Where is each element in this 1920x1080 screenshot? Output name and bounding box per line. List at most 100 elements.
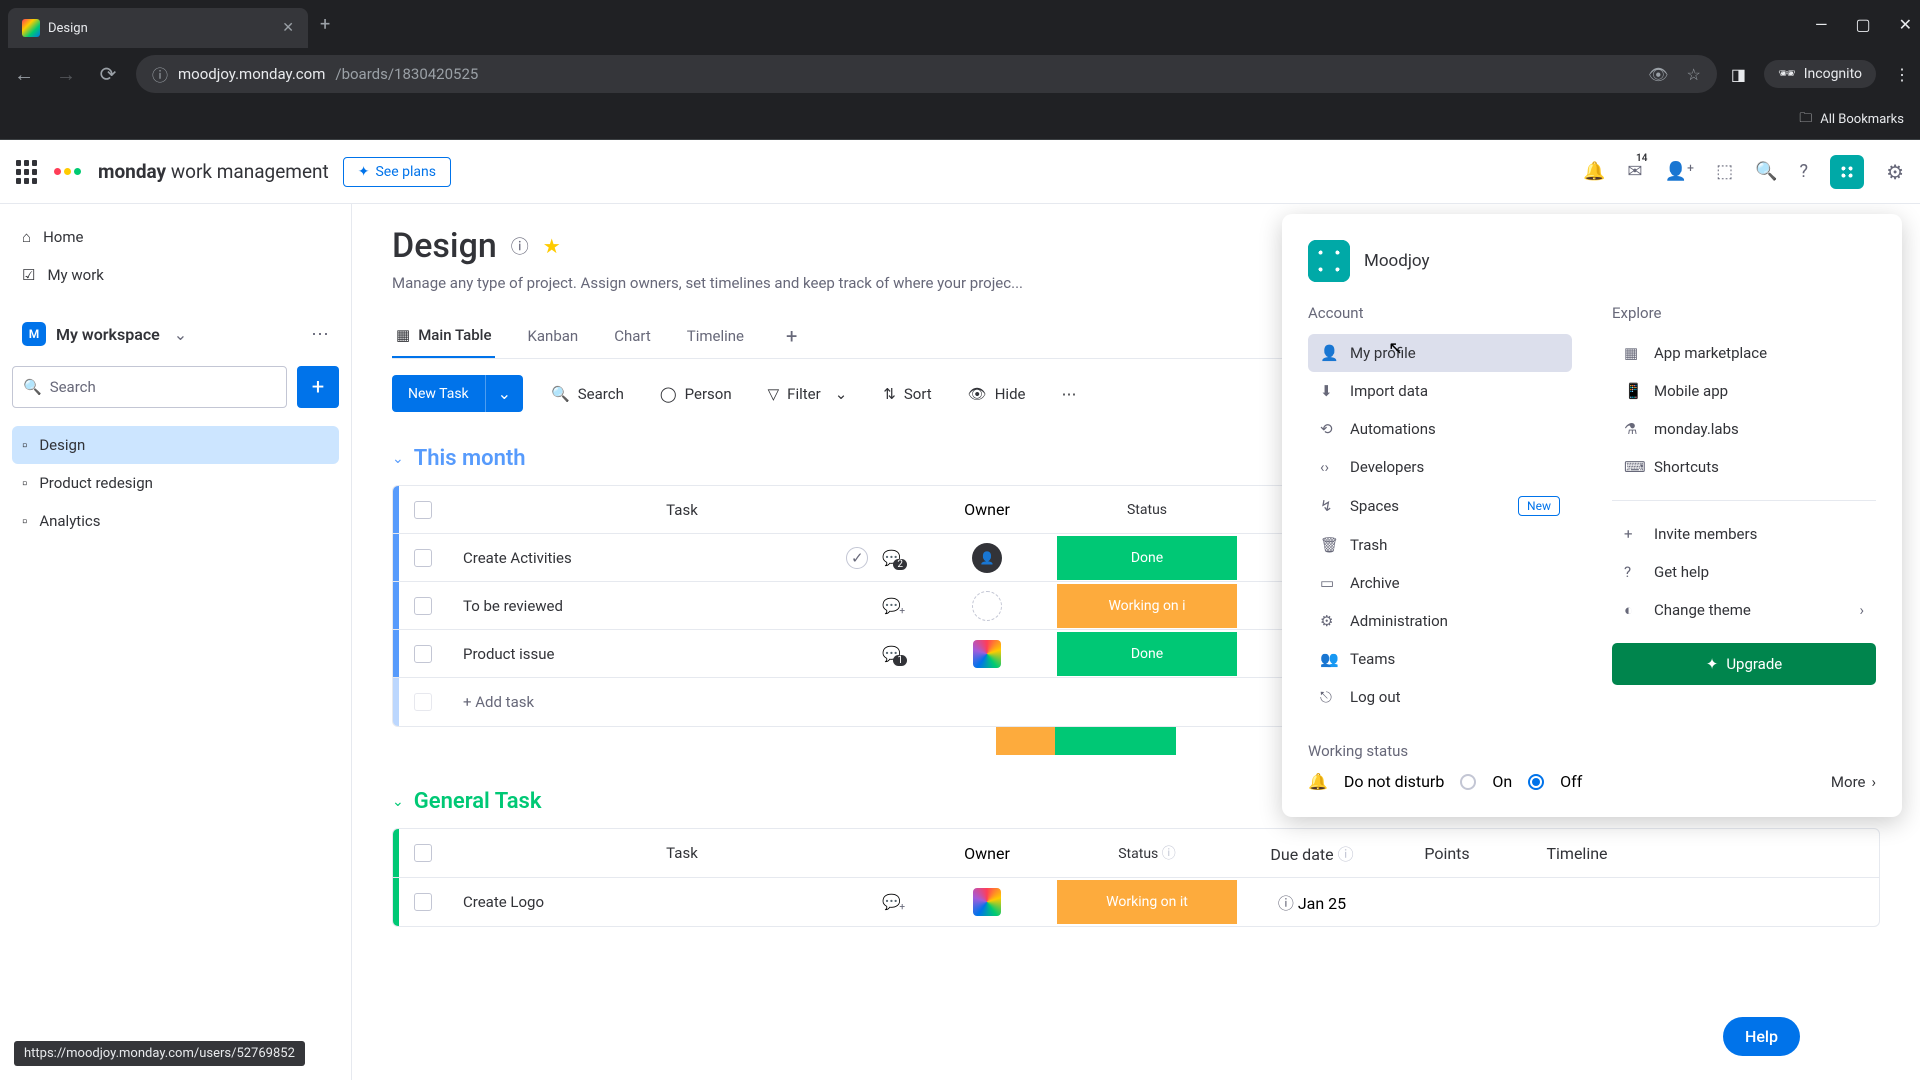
new-task-button[interactable]: New Task ⌄ <box>392 375 523 412</box>
status-cell[interactable]: Working on it <box>1057 880 1237 924</box>
menu-item[interactable]: ↯SpacesNew <box>1308 486 1572 526</box>
sidebar-board-item[interactable]: ▫Product redesign <box>12 464 339 502</box>
comments-icon[interactable]: 💬+ <box>882 893 901 911</box>
menu-item[interactable]: 👥Teams <box>1308 640 1572 678</box>
row-checkbox[interactable] <box>414 645 432 663</box>
menu-item[interactable]: ⟲Automations <box>1308 410 1572 448</box>
apps-icon[interactable]: ⬚ <box>1716 161 1733 182</box>
task-cell[interactable]: To be reviewed 💬+ <box>447 597 917 615</box>
sidebar-item-home[interactable]: ⌂ Home <box>12 218 339 256</box>
task-cell[interactable]: Product issue 💬1 <box>447 645 917 663</box>
sidebar-board-item[interactable]: ▫Analytics <box>12 502 339 540</box>
maximize-icon[interactable]: ▢ <box>1855 15 1870 34</box>
close-window-icon[interactable]: ✕ <box>1899 15 1912 34</box>
minimize-icon[interactable]: — <box>1815 15 1828 34</box>
visibility-icon[interactable]: 👁 <box>1648 65 1668 84</box>
add-view-button[interactable]: + <box>776 314 807 358</box>
task-cell[interactable]: Create Activities ✓ 💬2 <box>447 547 917 569</box>
menu-item[interactable]: ⚗monday.labs <box>1612 410 1876 448</box>
status-cell[interactable]: Working on i <box>1057 584 1237 628</box>
menu-item[interactable]: ⎋Log out <box>1308 678 1572 716</box>
workspace-header[interactable]: M My workspace ⌄ ⋯ <box>12 312 339 356</box>
menu-item[interactable]: 📱Mobile app <box>1612 372 1876 410</box>
task-cell[interactable]: Create Logo 💬+ <box>447 893 917 911</box>
row-checkbox[interactable] <box>414 549 432 567</box>
row-checkbox[interactable] <box>414 893 432 911</box>
incognito-badge[interactable]: 🕶 Incognito <box>1764 60 1876 88</box>
menu-item[interactable]: 🗑Trash <box>1308 526 1572 564</box>
browser-menu-icon[interactable]: ⋮ <box>1894 65 1910 84</box>
view-tab[interactable]: Timeline <box>683 314 748 358</box>
help-icon[interactable]: ? <box>1800 161 1809 182</box>
new-tab-button[interactable]: + <box>320 14 330 35</box>
duedate-cell[interactable]: ⓘ Jan 25 <box>1237 890 1387 914</box>
toolbar-filter[interactable]: ▽Filter⌄ <box>760 379 856 409</box>
menu-item[interactable]: ⚙Administration <box>1308 602 1572 640</box>
menu-item[interactable]: ⌨Shortcuts <box>1612 448 1876 486</box>
menu-item[interactable]: ◐Change theme› <box>1612 591 1876 629</box>
chevron-down-icon[interactable]: ⌄ <box>392 451 404 467</box>
owner-avatar[interactable]: 👤 <box>972 543 1002 573</box>
see-plans-button[interactable]: ✦ See plans <box>343 157 451 187</box>
owner-logo[interactable] <box>973 640 1001 668</box>
menu-item[interactable]: +Invite members <box>1612 515 1876 553</box>
site-info-icon[interactable]: ⓘ <box>152 62 168 86</box>
all-bookmarks-button[interactable]: 🗀 All Bookmarks <box>1799 109 1904 131</box>
apps-grid-icon[interactable] <box>16 160 40 184</box>
view-tab[interactable]: Chart <box>610 314 655 358</box>
view-tab[interactable]: Kanban <box>523 314 582 358</box>
toolbar-hide[interactable]: 👁Hide <box>960 379 1034 409</box>
toolbar-search[interactable]: 🔍Search <box>543 379 632 409</box>
dnd-radio-off[interactable] <box>1528 774 1544 790</box>
select-all-checkbox[interactable] <box>414 844 432 862</box>
toolbar-sort[interactable]: ⇅Sort <box>875 379 939 409</box>
checkmark-icon[interactable]: ✓ <box>846 547 868 569</box>
working-status-more[interactable]: More › <box>1831 773 1876 791</box>
url-input[interactable]: ⓘ moodjoy.monday.com/boards/1830420525 👁… <box>136 55 1717 93</box>
search-icon[interactable]: 🔍 <box>1755 161 1777 182</box>
reload-button[interactable]: ⟳ <box>94 62 122 86</box>
comments-icon[interactable]: 💬+ <box>882 597 901 615</box>
dnd-radio-on[interactable] <box>1460 774 1476 790</box>
menu-item[interactable]: ?Get help <box>1612 553 1876 591</box>
menu-item[interactable]: ▭Archive <box>1308 564 1572 602</box>
table-row[interactable]: Create Logo 💬+ Working on it ⓘ Jan 25 <box>393 878 1879 926</box>
user-avatar[interactable] <box>1830 155 1864 189</box>
owner-logo[interactable] <box>973 888 1001 916</box>
toolbar-more[interactable]: ⋯ <box>1054 379 1085 409</box>
workspace-menu-icon[interactable]: ⋯ <box>311 324 329 345</box>
upgrade-button[interactable]: ✦ Upgrade <box>1612 643 1876 685</box>
side-panel-icon[interactable]: ◨ <box>1731 65 1746 84</box>
help-fab-button[interactable]: Help <box>1723 1017 1800 1056</box>
chevron-down-icon[interactable]: ⌄ <box>392 794 404 810</box>
menu-item[interactable]: 👤My profile <box>1308 334 1572 372</box>
view-tab[interactable]: ▦Main Table <box>392 314 495 358</box>
inbox-icon[interactable]: ✉14 <box>1627 161 1642 182</box>
select-all-checkbox[interactable] <box>414 501 432 519</box>
sidebar-item-mywork[interactable]: ☑ My work <box>12 256 339 294</box>
invite-icon[interactable]: 👤⁺ <box>1664 161 1694 182</box>
menu-item[interactable]: ⬇Import data <box>1308 372 1572 410</box>
status-cell[interactable]: Done <box>1057 632 1237 676</box>
favorite-star-icon[interactable]: ★ <box>543 234 561 258</box>
notifications-icon[interactable]: 🔔 <box>1583 161 1605 182</box>
close-tab-icon[interactable]: ✕ <box>282 20 294 36</box>
comments-icon[interactable]: 💬1 <box>882 645 901 663</box>
gear-icon[interactable]: ⚙ <box>1886 160 1904 184</box>
row-checkbox[interactable] <box>414 597 432 615</box>
browser-tab[interactable]: Design ✕ <box>8 8 308 48</box>
chevron-down-icon[interactable]: ⌄ <box>174 325 187 344</box>
chevron-down-icon[interactable]: ⌄ <box>485 375 523 412</box>
owner-empty[interactable] <box>972 591 1002 621</box>
menu-item[interactable]: ▦App marketplace <box>1612 334 1876 372</box>
back-button[interactable]: ← <box>10 62 38 87</box>
bookmark-icon[interactable]: ☆ <box>1686 65 1700 84</box>
sidebar-search-input[interactable]: 🔍 Search <box>12 366 287 408</box>
info-icon[interactable]: ⓘ <box>511 233 529 259</box>
add-board-button[interactable]: + <box>297 366 339 408</box>
status-cell[interactable]: Done <box>1057 536 1237 580</box>
menu-item[interactable]: ‹›Developers <box>1308 448 1572 486</box>
comments-icon[interactable]: 💬2 <box>882 549 901 567</box>
toolbar-person[interactable]: ◯Person <box>652 379 740 409</box>
sidebar-board-item[interactable]: ▫Design <box>12 426 339 464</box>
